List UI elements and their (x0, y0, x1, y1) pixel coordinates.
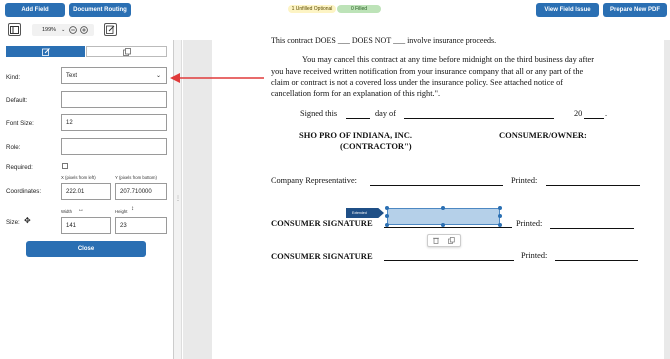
signed-day-blank (346, 118, 370, 119)
zoom-out-icon[interactable] (69, 26, 78, 34)
consumer-signature-blank-1 (384, 227, 512, 228)
day-of-text: day of (375, 109, 396, 118)
duplicate-icon[interactable] (448, 237, 455, 244)
default-input[interactable] (61, 91, 167, 108)
printed-blank-1 (546, 185, 640, 186)
edit-icon (41, 47, 50, 56)
doc-paragraph-line-1: You may cancel this contract at any time… (302, 55, 595, 64)
y-coordinate-input[interactable]: 207.710000 (115, 183, 167, 200)
doc-top-cut-line: This contract DOES ___ DOES NOT ___ invo… (271, 36, 497, 45)
y-caption: Y (pixels from bottom) (115, 175, 157, 180)
prepare-new-pdf-button[interactable]: Prepare New PDF (603, 3, 667, 17)
height-input[interactable]: 23 (115, 217, 167, 234)
filled-badge: 0 Filled (337, 5, 381, 13)
resize-handle[interactable] (498, 206, 502, 210)
sidebar-icon (10, 25, 19, 34)
resize-handle[interactable] (385, 214, 389, 218)
annotation-arrow (170, 73, 264, 83)
printed-blank-2 (550, 228, 634, 229)
printed-blank-3 (555, 260, 638, 261)
role-input[interactable] (61, 138, 167, 155)
view-field-issue-button[interactable]: View Field Issue (536, 3, 599, 17)
move-icon: ✥ (24, 216, 31, 225)
required-label: Required: (6, 164, 33, 171)
height-arrows-icon: ↕ (131, 206, 134, 212)
resize-handle[interactable] (498, 214, 502, 218)
signed-this-text: Signed this (300, 109, 338, 118)
x-coordinate-input[interactable]: 222.01 (61, 183, 111, 200)
printed-text-3: Printed: (521, 251, 548, 260)
sidebar-toggle-button[interactable] (8, 23, 21, 36)
resize-handle[interactable] (441, 206, 445, 210)
company-rep-text: Company Representative: (271, 176, 357, 185)
x-caption: X (pixels from left) (61, 175, 96, 180)
doc-paragraph-line-4: cancellation form for an explanation of … (271, 89, 441, 98)
close-button[interactable]: Close (26, 241, 146, 257)
signed-month-blank (404, 118, 554, 119)
doc-paragraph-line-3: claim or contract is not a covered loss … (271, 78, 564, 87)
zoom-level[interactable]: 199% (42, 27, 56, 33)
trash-icon[interactable] (432, 237, 439, 244)
font-size-label: Font Size: (6, 120, 34, 127)
zoom-in-icon[interactable] (80, 26, 89, 34)
tab-field-copy[interactable] (86, 46, 167, 57)
height-caption: Height (115, 209, 128, 214)
field-tag-label: Extended (352, 211, 367, 215)
zoom-control: 199% ⌄ (32, 24, 94, 36)
consumer-owner-label: CONSUMER/OWNER: (499, 130, 587, 140)
field-properties-panel: Kind: Text ⌄ Default: Font Size: 12 Role… (0, 40, 174, 359)
contractor-label: (CONTRACTOR") (340, 141, 412, 151)
doc-paragraph-line-2: you have received written notification f… (271, 67, 584, 76)
consumer-signature-1: CONSUMER SIGNATURE (271, 218, 373, 228)
edit-document-button[interactable] (104, 23, 117, 36)
period-text: . (605, 109, 608, 118)
role-label: Role: (6, 144, 21, 151)
resize-handle[interactable] (441, 223, 445, 227)
field-tag[interactable]: Extended (346, 208, 384, 218)
width-caption: Width (61, 209, 72, 214)
printed-text-2: Printed: (516, 219, 543, 228)
size-label: Size: (6, 219, 20, 226)
chevron-down-icon: ⌄ (155, 73, 161, 79)
edit-icon (106, 25, 115, 34)
grip-icon: ⋮ (175, 196, 181, 202)
add-field-button[interactable]: Add Field (5, 3, 65, 17)
signed-year-blank (584, 118, 604, 119)
unfilled-optional-badge: 1 Unfilled Optional (288, 5, 336, 13)
consumer-signature-blank-2 (384, 260, 514, 261)
resize-handle[interactable] (385, 223, 389, 227)
copy-icon (122, 47, 131, 56)
font-size-input[interactable]: 12 (61, 114, 167, 131)
tab-field-edit[interactable] (6, 46, 85, 57)
width-arrows-icon: ↔ (78, 207, 84, 213)
required-checkbox[interactable] (62, 163, 68, 169)
panel-resize-handle[interactable]: ⋮ (174, 40, 182, 359)
coordinates-label: Coordinates: (6, 188, 42, 195)
default-label: Default: (6, 97, 28, 104)
resize-handle[interactable] (385, 206, 389, 210)
kind-label: Kind: (6, 74, 21, 81)
pdf-page: This contract DOES ___ DOES NOT ___ invo… (212, 36, 664, 359)
company-name: SHO PRO OF INDIANA, INC. (299, 130, 413, 140)
document-routing-button[interactable]: Document Routing (69, 3, 131, 17)
company-rep-blank (370, 185, 503, 186)
field-actions-popover (427, 234, 461, 247)
kind-select[interactable]: Text ⌄ (61, 67, 167, 84)
kind-value: Text (66, 72, 78, 79)
year-text: 20 (574, 109, 583, 118)
zoom-dropdown-icon[interactable]: ⌄ (61, 27, 65, 33)
width-input[interactable]: 141 (61, 217, 111, 234)
printed-text-1: Printed: (511, 176, 538, 185)
consumer-signature-2: CONSUMER SIGNATURE (271, 251, 373, 261)
resize-handle[interactable] (498, 223, 502, 227)
